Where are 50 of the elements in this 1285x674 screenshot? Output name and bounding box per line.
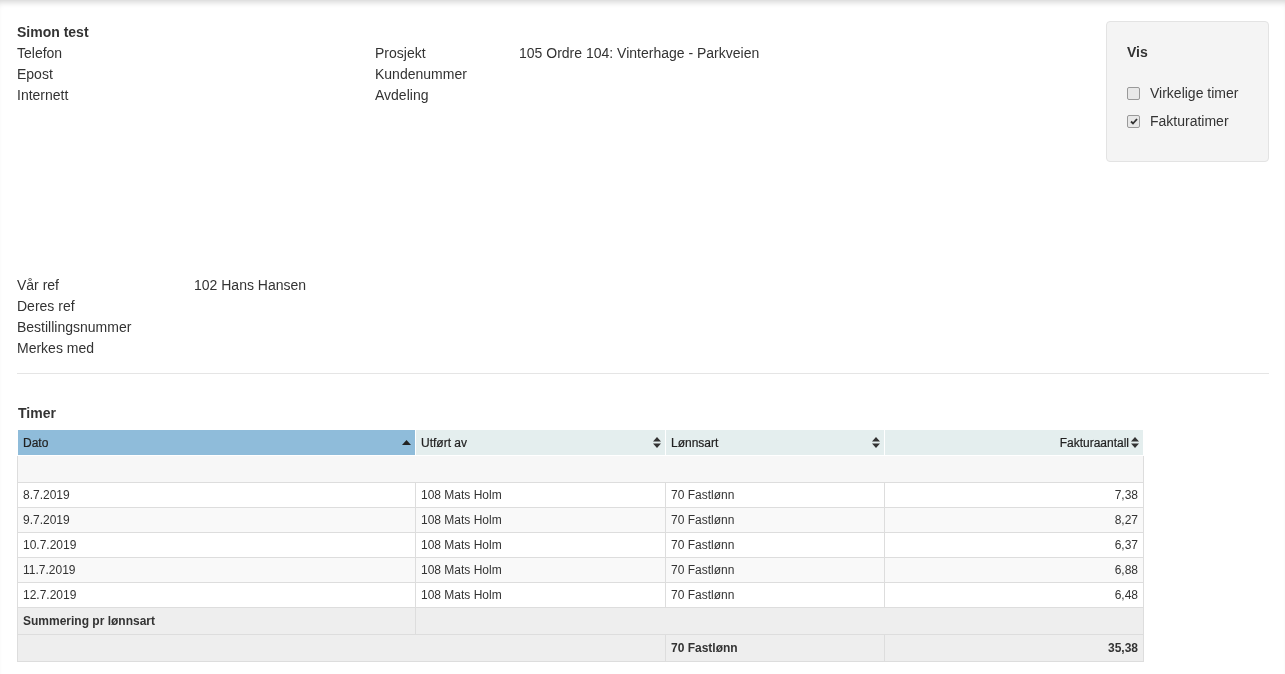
table-cell: 70 Fastlønn	[665, 634, 885, 662]
field-label: Telefon	[17, 44, 64, 63]
table-cell: 108 Mats Holm	[415, 532, 666, 558]
table-cell: 70 Fastlønn	[665, 532, 885, 558]
checkbox-label: Fakturatimer	[1150, 113, 1229, 129]
table-cell: 8,27	[884, 507, 1144, 533]
field-label: Internett	[17, 86, 70, 105]
table-cell: 108 Mats Holm	[415, 582, 666, 608]
column-header[interactable]: Lønnsart	[665, 429, 885, 456]
table-cell: 70 Fastlønn	[665, 482, 885, 508]
column-header[interactable]: Utført av	[415, 429, 666, 456]
table-cell: 6,37	[884, 532, 1144, 558]
checkbox[interactable]	[1127, 86, 1140, 100]
field-label: Merkes med	[17, 339, 96, 358]
checkbox[interactable]	[1127, 114, 1140, 128]
sort-icon	[872, 437, 880, 448]
sort-icon	[653, 437, 661, 448]
table-cell: 108 Mats Holm	[415, 557, 666, 583]
table-cell: 9.7.2019	[17, 507, 416, 533]
field-label: Vår ref	[17, 276, 60, 295]
table-cell: 35,38	[884, 634, 1144, 662]
table-cell: 6,48	[884, 582, 1144, 608]
table-cell: 70 Fastlønn	[665, 582, 885, 608]
table-cell: 70 Fastlønn	[665, 507, 885, 533]
table-cell: 10.7.2019	[17, 532, 416, 558]
table-cell: 12.7.2019	[17, 582, 416, 608]
checkbox-label: Virkelige timer	[1150, 85, 1239, 101]
sort-ascending-icon	[402, 440, 411, 445]
table-cell: 6,88	[884, 557, 1144, 583]
field-value: 102 Hans Hansen	[194, 276, 308, 295]
column-header[interactable]: Dato	[17, 429, 416, 456]
customer-name: Simon test	[17, 23, 90, 42]
field-label: Deres ref	[17, 297, 76, 316]
field-value: 105 Ordre 104: Vinterhage - Parkveien	[519, 44, 761, 63]
table-cell: 108 Mats Holm	[415, 507, 666, 533]
field-label: Kundenummer	[375, 65, 468, 84]
summary-title: Summering pr lønnsart	[17, 607, 416, 635]
section-title: Timer	[18, 405, 57, 421]
table-cell: 11.7.2019	[17, 557, 416, 583]
table-cell: 7,38	[884, 482, 1144, 508]
field-label: Prosjekt	[375, 44, 427, 63]
table-cell: 8.7.2019	[17, 482, 416, 508]
table-cell: 108 Mats Holm	[415, 482, 666, 508]
sort-icon	[1131, 437, 1139, 448]
column-header[interactable]: Fakturaantall	[884, 429, 1144, 456]
panel-title: Vis	[1127, 44, 1149, 60]
field-label: Bestillingsnummer	[17, 318, 133, 337]
field-label: Avdeling	[375, 86, 430, 105]
field-label: Epost	[17, 65, 54, 84]
table-cell: 70 Fastlønn	[665, 557, 885, 583]
